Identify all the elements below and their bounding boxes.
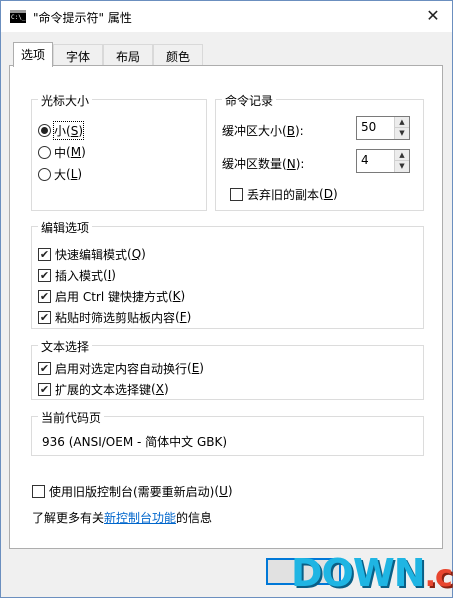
radio-indicator[interactable] bbox=[38, 145, 51, 159]
spinner-buttons: ▲ ▼ bbox=[394, 117, 409, 139]
checkbox-box[interactable]: ✔ bbox=[38, 247, 51, 261]
command-history-group: 命令记录 缓冲区大小(B): 50 ▲ ▼ 缓冲区数量(N): 4 ▲ ▼ 丢弃… bbox=[215, 92, 424, 211]
command-prompt-icon: C:\_ bbox=[10, 10, 26, 23]
tab-layout[interactable]: 布局 bbox=[103, 44, 153, 66]
legacy-console-checkbox[interactable]: 使用旧版控制台(需要重新启动)(U) bbox=[32, 483, 233, 499]
insert-mode-label: 插入模式 bbox=[55, 268, 104, 283]
watermark-logo: DOWN.cc bbox=[291, 549, 453, 597]
buffer-count-label: 缓冲区数量(N): bbox=[222, 157, 305, 171]
discard-duplicates-label: 丢弃旧的副本 bbox=[247, 187, 320, 202]
radio-indicator[interactable] bbox=[38, 123, 51, 137]
checkbox-box[interactable]: ✔ bbox=[38, 382, 51, 396]
line-wrap-selection-checkbox[interactable]: ✔ 启用对选定内容自动换行(E) bbox=[38, 360, 204, 376]
accel-key: L bbox=[70, 167, 78, 181]
checkbox-box[interactable]: ✔ bbox=[38, 361, 51, 375]
info-text: 了解更多有关新控制台功能的信息 bbox=[32, 509, 212, 526]
buffer-size-stepper[interactable]: 50 ▲ ▼ bbox=[356, 116, 410, 140]
options-panel: 光标大小 小(S) 中(M) 大(L) 命令记录 缓冲区大小(B): 50 ▲ bbox=[9, 65, 443, 549]
window-title: "命令提示符" 属性 bbox=[33, 11, 132, 25]
code-page-title: 当前代码页 bbox=[38, 409, 105, 426]
tab-font[interactable]: 字体 bbox=[53, 44, 103, 66]
accel-key: Q bbox=[131, 247, 142, 261]
new-console-features-link[interactable]: 新控制台功能 bbox=[104, 511, 176, 525]
cursor-size-title: 光标大小 bbox=[38, 92, 93, 109]
spin-up-icon[interactable]: ▲ bbox=[395, 117, 409, 128]
watermark-main: DOWN bbox=[291, 551, 426, 595]
buffer-size-label: 缓冲区大小(B): bbox=[222, 124, 304, 138]
edit-options-group: 编辑选项 ✔ 快速编辑模式(Q) ✔ 插入模式(I) ✔ 启用 Ctrl 键快捷… bbox=[31, 219, 424, 329]
info-prefix: 了解更多有关 bbox=[32, 511, 105, 525]
cursor-medium-label: 中 bbox=[54, 145, 67, 160]
spin-down-icon[interactable]: ▼ bbox=[395, 161, 409, 172]
insert-mode-checkbox[interactable]: ✔ 插入模式(I) bbox=[38, 267, 116, 283]
properties-window: C:\_ "命令提示符" 属性 ✕ 选项 字体 布局 颜色 光标大小 小(S) … bbox=[0, 0, 453, 598]
tab-options[interactable]: 选项 bbox=[13, 42, 53, 67]
info-suffix: 的信息 bbox=[176, 511, 213, 525]
quick-edit-label: 快速编辑模式 bbox=[55, 247, 128, 262]
cursor-large-label: 大 bbox=[54, 167, 67, 182]
checkbox-box[interactable]: ✔ bbox=[38, 289, 51, 303]
spinner-buttons: ▲ ▼ bbox=[394, 150, 409, 172]
buffer-count-value[interactable]: 4 bbox=[361, 153, 369, 167]
buffer-count-text: 缓冲区数量 bbox=[222, 157, 283, 171]
checkbox-box[interactable] bbox=[230, 187, 243, 201]
tab-colors[interactable]: 颜色 bbox=[153, 44, 203, 66]
buffer-size-value[interactable]: 50 bbox=[361, 120, 376, 134]
spin-up-icon[interactable]: ▲ bbox=[395, 150, 409, 161]
legacy-console-label: 使用旧版控制台(需要重新启动) bbox=[49, 484, 215, 499]
accel-key: M bbox=[70, 145, 82, 159]
accel-key: X bbox=[155, 382, 164, 396]
radio-indicator[interactable] bbox=[38, 167, 51, 181]
extended-selection-keys-label: 扩展的文本选择键 bbox=[55, 382, 152, 397]
title-bar[interactable]: C:\_ "命令提示符" 属性 ✕ bbox=[1, 1, 452, 32]
filter-paste-label: 粘贴时筛选剪贴板内容 bbox=[55, 310, 176, 325]
filter-paste-checkbox[interactable]: ✔ 粘贴时筛选剪贴板内容(F) bbox=[38, 309, 191, 325]
code-page-group: 当前代码页 936 (ANSI/OEM - 简体中文 GBK) bbox=[31, 409, 424, 456]
edit-options-title: 编辑选项 bbox=[38, 219, 93, 236]
cursor-small-label: 小 bbox=[54, 123, 67, 138]
accel-key: D bbox=[323, 187, 333, 201]
accel-key: B bbox=[286, 124, 295, 138]
watermark-suffix: .cc bbox=[424, 559, 453, 594]
ctrl-shortcuts-checkbox[interactable]: ✔ 启用 Ctrl 键快捷方式(K) bbox=[38, 288, 185, 304]
accel-key: F bbox=[179, 310, 187, 324]
code-page-value: 936 (ANSI/OEM - 简体中文 GBK) bbox=[42, 435, 228, 449]
cursor-medium-radio[interactable]: 中(M) bbox=[38, 144, 86, 160]
checkbox-box[interactable] bbox=[32, 484, 45, 498]
accel-key: I bbox=[107, 268, 112, 282]
buffer-count-stepper[interactable]: 4 ▲ ▼ bbox=[356, 149, 410, 173]
checkbox-box[interactable]: ✔ bbox=[38, 310, 51, 324]
line-wrap-selection-label: 启用对选定内容自动换行 bbox=[55, 361, 188, 376]
accel-key: U bbox=[219, 484, 228, 498]
accel-key: N bbox=[286, 157, 296, 171]
spin-down-icon[interactable]: ▼ bbox=[395, 128, 409, 139]
close-icon[interactable]: ✕ bbox=[422, 5, 444, 27]
cursor-small-radio[interactable]: 小(S) bbox=[38, 120, 85, 140]
cursor-large-radio[interactable]: 大(L) bbox=[38, 166, 82, 182]
command-history-title: 命令记录 bbox=[222, 92, 277, 109]
checkbox-box[interactable]: ✔ bbox=[38, 268, 51, 282]
text-selection-title: 文本选择 bbox=[38, 338, 93, 355]
accel-key: K bbox=[172, 289, 181, 303]
quick-edit-checkbox[interactable]: ✔ 快速编辑模式(Q) bbox=[38, 246, 146, 262]
cursor-size-group: 光标大小 小(S) 中(M) 大(L) bbox=[31, 92, 207, 211]
accel-key: S bbox=[70, 123, 79, 138]
accel-key: E bbox=[191, 361, 200, 375]
ctrl-shortcuts-label: 启用 Ctrl 键快捷方式 bbox=[55, 289, 168, 304]
extended-selection-keys-checkbox[interactable]: ✔ 扩展的文本选择键(X) bbox=[38, 381, 169, 397]
buffer-size-text: 缓冲区大小 bbox=[222, 124, 283, 138]
discard-duplicates-checkbox[interactable]: 丢弃旧的副本(D) bbox=[230, 186, 338, 202]
text-selection-group: 文本选择 ✔ 启用对选定内容自动换行(E) ✔ 扩展的文本选择键(X) bbox=[31, 338, 424, 400]
